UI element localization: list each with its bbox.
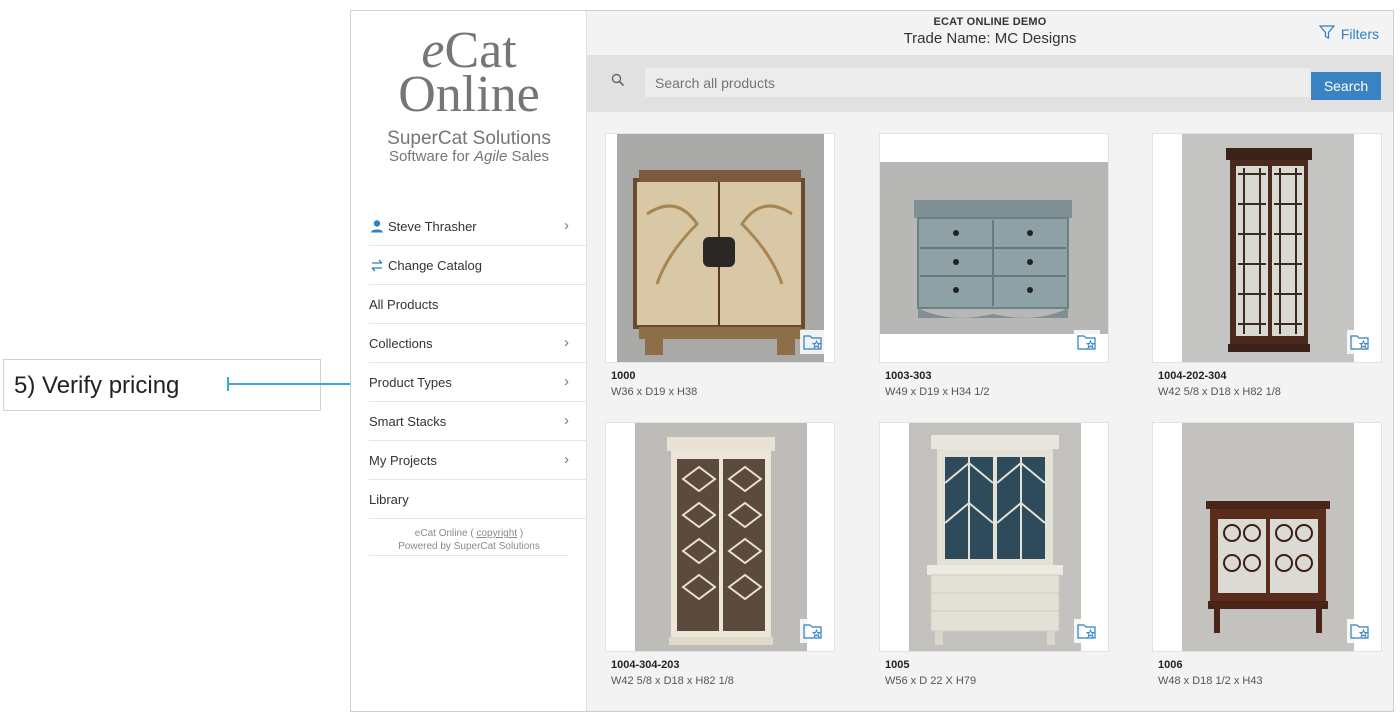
user-icon xyxy=(369,218,385,234)
chevron-right-icon: › xyxy=(564,217,569,234)
product-code: 1000 xyxy=(611,370,636,382)
app-window: eCat Online SuperCat Solutions Software … xyxy=(350,10,1394,712)
sidebar-item-label: Change Catalog xyxy=(388,257,482,273)
annotation-callout: 5) Verify pricing xyxy=(3,359,321,411)
product-dimensions: W56 x D 22 X H79 xyxy=(885,675,977,687)
product-dimensions: W42 5/8 x D18 x H82 1/8 xyxy=(611,675,734,687)
sidebar-item-label: Library xyxy=(369,491,409,507)
sidebar-item-label: All Products xyxy=(369,296,439,312)
search-button[interactable]: Search xyxy=(1311,72,1381,100)
sidebar-item-label: My Projects xyxy=(369,452,437,468)
filters-label: Filters xyxy=(1340,25,1379,42)
add-to-project-icon[interactable] xyxy=(1074,619,1100,643)
add-to-project-icon[interactable] xyxy=(800,619,826,643)
sidebar: eCat Online SuperCat Solutions Software … xyxy=(351,11,587,711)
sidebar-item-collections[interactable]: Collections › xyxy=(369,324,587,363)
search-bar: Search xyxy=(587,55,1393,112)
annotation-text: 5) Verify pricing xyxy=(14,372,180,399)
product-code: 1004-304-203 xyxy=(611,659,680,671)
product-dimensions: W42 5/8 x D18 x H82 1/8 xyxy=(1158,386,1281,398)
add-to-project-icon[interactable] xyxy=(1347,330,1373,354)
product-code: 1005 xyxy=(885,659,910,671)
sidebar-item-label: Steve Thrasher xyxy=(388,218,477,234)
sidebar-item-label: Product Types xyxy=(369,374,452,390)
filter-icon xyxy=(1318,24,1336,43)
product-image[interactable] xyxy=(879,133,1109,363)
product-image[interactable] xyxy=(879,422,1109,652)
product-image[interactable] xyxy=(605,133,835,363)
product-image[interactable] xyxy=(605,422,835,652)
sidebar-item-library[interactable]: Library xyxy=(369,480,587,519)
sidebar-item-label: Smart Stacks xyxy=(369,413,447,429)
catalog-title: ECAT ONLINE DEMO xyxy=(933,16,1047,28)
filters-button[interactable]: Filters xyxy=(1318,24,1379,43)
sidebar-item-product-types[interactable]: Product Types › xyxy=(369,363,587,402)
chevron-right-icon: › xyxy=(564,451,569,468)
product-code: 1003-303 xyxy=(885,370,932,382)
chevron-right-icon: › xyxy=(564,373,569,390)
search-input[interactable] xyxy=(645,68,1311,97)
logo-tagline: Software for Agile Sales xyxy=(388,148,550,165)
sidebar-footer: eCat Online ( copyright ) Powered by Sup… xyxy=(369,519,569,556)
copyright-link[interactable]: copyright xyxy=(477,528,518,539)
main-content: ECAT ONLINE DEMO Trade Name: MC Designs … xyxy=(587,11,1393,711)
sidebar-item-change-catalog[interactable]: Change Catalog xyxy=(369,246,587,285)
footer-powered-by: Powered by SuperCat Solutions xyxy=(398,541,540,552)
product-dimensions: W48 x D18 1/2 x H43 xyxy=(1158,675,1263,687)
product-code: 1004-202-304 xyxy=(1158,370,1227,382)
sidebar-menu: Steve Thrasher › Change Catalog All Prod… xyxy=(369,207,587,556)
ecat-logo: eCat Online SuperCat Solutions Software … xyxy=(351,25,587,165)
sidebar-item-user[interactable]: Steve Thrasher › xyxy=(369,207,587,246)
add-to-project-icon[interactable] xyxy=(1074,330,1100,354)
product-dimensions: W49 x D19 x H34 1/2 xyxy=(885,386,990,398)
search-icon xyxy=(611,73,625,92)
add-to-project-icon[interactable] xyxy=(800,330,826,354)
sidebar-item-smart-stacks[interactable]: Smart Stacks › xyxy=(369,402,587,441)
product-code: 1006 xyxy=(1158,659,1183,671)
chevron-right-icon: › xyxy=(564,334,569,351)
sidebar-item-my-projects[interactable]: My Projects › xyxy=(369,441,587,480)
logo-word-online: Online xyxy=(398,66,540,123)
add-to-project-icon[interactable] xyxy=(1347,619,1373,643)
product-dimensions: W36 x D19 x H38 xyxy=(611,386,698,398)
footer-copyright-line: eCat Online ( copyright ) xyxy=(414,528,524,539)
logo-company: SuperCat Solutions xyxy=(387,128,551,149)
swap-icon xyxy=(369,257,385,273)
product-image[interactable] xyxy=(1152,133,1382,363)
chevron-right-icon: › xyxy=(564,412,569,429)
product-grid: 1000 W36 x D19 x H38 1003-303 W49 x D19 … xyxy=(587,112,1393,711)
trade-name: Trade Name: MC Designs xyxy=(903,30,1077,47)
sidebar-item-all-products[interactable]: All Products xyxy=(369,285,587,324)
product-image[interactable] xyxy=(1152,422,1382,652)
top-bar: ECAT ONLINE DEMO Trade Name: MC Designs … xyxy=(587,11,1393,55)
sidebar-item-label: Collections xyxy=(369,335,433,351)
